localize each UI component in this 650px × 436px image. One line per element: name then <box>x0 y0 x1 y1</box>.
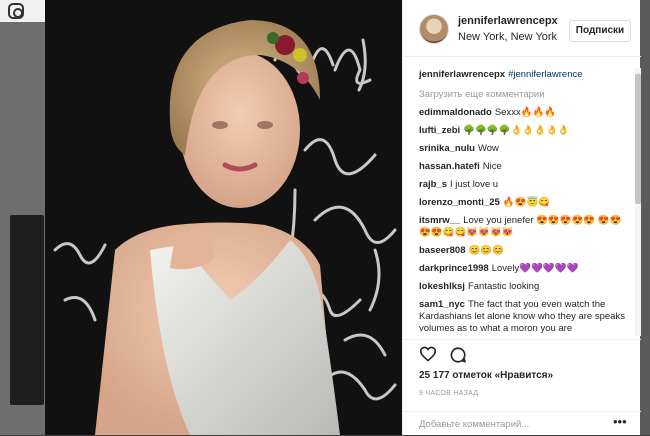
post-modal: jenniferlawrencepx New York, New York По… <box>45 0 641 436</box>
comment-item: rajb_s I just love u <box>419 179 627 191</box>
comment-item: sam1_nyc The fact that you even watch the… <box>419 299 627 335</box>
more-options-icon[interactable]: ••• <box>613 414 627 429</box>
comment-item: lufti_zebi 🌳🌳🌳🌳👌👌👌👌👌 <box>419 125 627 137</box>
comment-text: Wow <box>477 143 499 154</box>
comment-item: baseer808 😊😊😊 <box>419 245 627 257</box>
caption-username[interactable]: jenniferlawrencepx <box>419 69 505 80</box>
post-header: jenniferlawrencepx New York, New York По… <box>403 0 641 57</box>
comment-username[interactable]: rajb_s <box>419 179 447 190</box>
instagram-logo-icon <box>8 3 24 19</box>
comment-username[interactable]: edimmaldonado <box>419 107 492 118</box>
comment-item: lorenzo_monti_25 🔥😍😇😋 <box>419 197 627 209</box>
comment-text: 😊😊😊 <box>468 245 504 256</box>
comment-list: jenniferlawrencepx #jenniferlawrence Загр… <box>403 57 641 340</box>
post-side-panel: jenniferlawrencepx New York, New York По… <box>402 0 641 436</box>
scrollbar-thumb[interactable] <box>635 74 641 204</box>
post-actions: 25 177 отметок «Нравится» 9 ЧАСОВ НАЗАД … <box>403 340 641 436</box>
comment-item: hassan.hatefi Nice <box>419 161 627 173</box>
post-username[interactable]: jenniferlawrencepx <box>458 15 558 27</box>
comment-username[interactable]: darkprince1998 <box>419 263 489 274</box>
heart-outline-icon[interactable] <box>419 346 437 362</box>
comment-text: 🔥😍😇😋 <box>502 197 551 208</box>
background-thumbnail <box>10 215 44 405</box>
add-comment-bar: ••• <box>403 411 641 436</box>
comment-username[interactable]: hassan.hatefi <box>419 161 480 172</box>
add-comment-input[interactable] <box>419 417 599 431</box>
comment-item: itsmrw__ Love you jenefer 😍😍😍😍😍 😍😍😍😍😋😋😻😻😻… <box>419 215 627 239</box>
load-more-comments-link[interactable]: Загрузить еще комментарии <box>419 89 545 100</box>
caption: jenniferlawrencepx #jenniferlawrence <box>419 69 627 81</box>
comment-username[interactable]: baseer808 <box>419 245 465 256</box>
comment-text: 🌳🌳🌳🌳👌👌👌👌👌 <box>463 125 570 136</box>
comment-text: Fantastic looking <box>467 281 540 292</box>
avatar[interactable] <box>419 14 449 44</box>
comment-text: Sexxx🔥🔥🔥 <box>494 107 557 118</box>
speech-bubble-icon[interactable] <box>449 346 467 364</box>
comment-item: darkprince1998 Lovely💜💜💜💜💜 <box>419 263 627 275</box>
post-location[interactable]: New York, New York <box>458 31 557 43</box>
comment-text: I just love u <box>450 179 499 190</box>
comment-item: lokeshlksj Fantastic looking <box>419 281 627 293</box>
comments-scrollbar[interactable] <box>635 68 641 336</box>
post-timestamp[interactable]: 9 ЧАСОВ НАЗАД <box>419 390 478 397</box>
post-photo[interactable] <box>45 0 402 435</box>
background-top-bar <box>0 0 45 22</box>
comment-username[interactable]: lokeshlksj <box>419 281 465 292</box>
comment-username[interactable]: itsmrw__ <box>419 215 460 226</box>
follow-button[interactable]: Подписки <box>569 20 631 42</box>
background-feed-right <box>640 0 650 435</box>
comment-username[interactable]: lufti_zebi <box>419 125 460 136</box>
likes-count[interactable]: 25 177 отметок «Нравится» <box>419 370 553 381</box>
photo-image <box>45 0 402 435</box>
comment-text: Lovely💜💜💜💜💜 <box>491 263 579 274</box>
caption-hashtag[interactable]: #jenniferlawrence <box>508 69 582 80</box>
comment-item: edimmaldonado Sexxx🔥🔥🔥 <box>419 107 627 119</box>
comment-username[interactable]: srinika_nulu <box>419 143 475 154</box>
comment-item: srinika_nulu Wow <box>419 143 627 155</box>
comment-username[interactable]: lorenzo_monti_25 <box>419 197 500 208</box>
comment-text: Nice <box>482 161 502 172</box>
comment-username[interactable]: sam1_nyc <box>419 299 465 310</box>
